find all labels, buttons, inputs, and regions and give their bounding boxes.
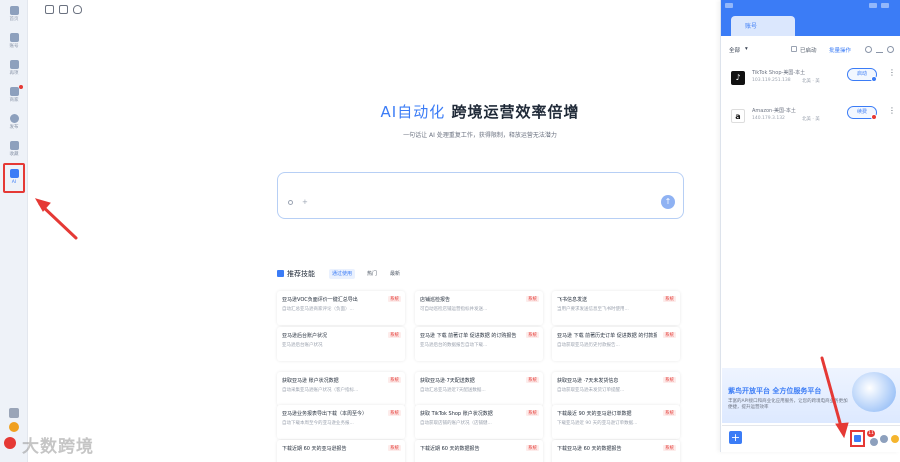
arrow-to-ai-nav bbox=[38, 202, 78, 240]
arrow-head bbox=[835, 422, 849, 439]
arrow-head bbox=[34, 198, 51, 212]
arrow-to-ai-footer bbox=[820, 356, 844, 432]
annotation-arrows bbox=[34, 198, 849, 439]
app-window: 首页 账号 再项 商家 发布 收藏 AI AI自动化 跨境运营效率倍增 一句话让… bbox=[0, 0, 900, 462]
